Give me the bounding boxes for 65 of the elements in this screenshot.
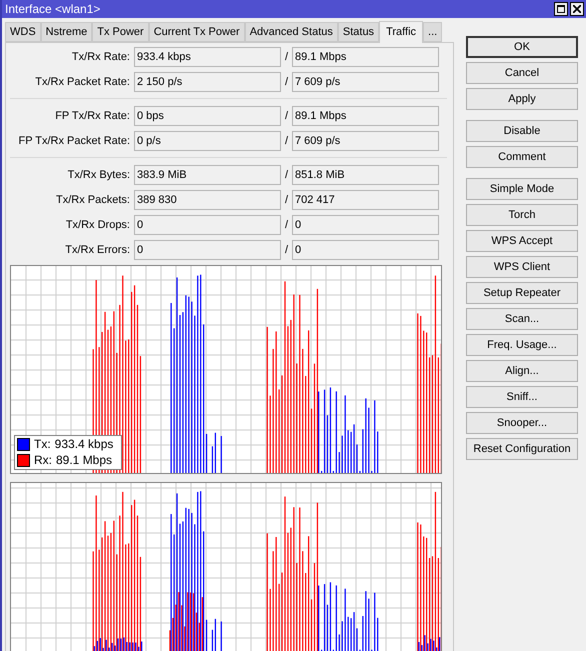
tab[interactable]: ... (423, 22, 442, 42)
action-button[interactable]: Disable (466, 120, 578, 142)
field-label: Tx/Rx Rate: (70, 50, 131, 65)
legend-label: Rx: (34, 453, 52, 468)
field-label: Tx/Rx Bytes: (66, 168, 131, 183)
tab[interactable]: Status (338, 22, 380, 42)
window-title: Interface <wlan1> (5, 1, 100, 18)
separator-slash: / (284, 218, 290, 233)
tab[interactable]: Nstreme (40, 22, 92, 42)
rx-field[interactable]: 0 (292, 240, 439, 260)
action-button[interactable]: Reset Configuration (466, 438, 578, 460)
tab[interactable]: Advanced Status (244, 22, 338, 42)
action-button[interactable]: Freq. Usage... (466, 334, 578, 356)
field-label: Tx/Rx Packet Rate: (34, 74, 131, 90)
rx-field[interactable]: 0 (292, 215, 439, 235)
legend-value: 89.1 Mbps (56, 453, 114, 468)
action-button[interactable]: Apply (466, 88, 578, 110)
field-label: FP Tx/Rx Rate: (54, 108, 131, 124)
close-icon (573, 5, 581, 13)
maximize-button[interactable] (554, 2, 568, 16)
rx-field[interactable]: 851.8 MiB (292, 165, 439, 185)
action-button[interactable]: Snooper... (466, 412, 578, 434)
tab[interactable]: WDS (5, 22, 41, 42)
tx-field[interactable]: 0 (134, 215, 281, 235)
action-button[interactable]: WPS Accept (466, 230, 578, 252)
action-button[interactable]: Simple Mode (466, 178, 578, 200)
separator-slash: / (284, 134, 290, 149)
maximize-icon (557, 5, 565, 13)
separator-slash: / (284, 168, 290, 183)
separator-slash: / (284, 50, 290, 65)
tx-field[interactable]: 0 bps (134, 106, 281, 126)
separator-slash: / (284, 192, 290, 208)
rx-field[interactable]: 89.1 Mbps (292, 106, 439, 126)
tx-field[interactable]: 2 150 p/s (134, 72, 281, 92)
tx-field[interactable]: 389 830 (134, 190, 281, 210)
separator-slash: / (284, 242, 290, 258)
tab[interactable]: Traffic (379, 21, 424, 43)
action-button[interactable]: OK (466, 36, 578, 58)
separator-slash: / (284, 108, 290, 124)
separator-slash: / (284, 74, 290, 90)
field-label: Tx/Rx Errors: (64, 242, 131, 258)
tx-field[interactable]: 383.9 MiB (134, 165, 281, 185)
action-button[interactable]: Comment (466, 146, 578, 168)
action-button[interactable]: Torch (466, 204, 578, 226)
close-button[interactable] (570, 2, 584, 16)
rx-field[interactable]: 702 417 (292, 190, 439, 210)
field-label: Tx/Rx Packets: (55, 192, 131, 208)
legend-value: 933.4 kbps (54, 437, 114, 452)
action-button[interactable]: Sniff... (466, 386, 578, 408)
field-label: Tx/Rx Drops: (64, 218, 131, 233)
field-label: FP Tx/Rx Packet Rate: (18, 134, 131, 149)
rx-field[interactable]: 89.1 Mbps (292, 47, 439, 67)
action-button[interactable]: Align... (466, 360, 578, 382)
action-button[interactable]: Setup Repeater (466, 282, 578, 304)
rx-field[interactable]: 7 609 p/s (292, 131, 439, 151)
tab[interactable]: Current Tx Power (148, 22, 245, 42)
legend-label: Tx: (34, 437, 51, 452)
action-button[interactable]: WPS Client (466, 256, 578, 278)
tx-field[interactable]: 933.4 kbps (134, 47, 281, 67)
tab[interactable]: Tx Power (92, 22, 149, 42)
tx-field[interactable]: 0 p/s (134, 131, 281, 151)
rx-field[interactable]: 7 609 p/s (292, 72, 439, 92)
action-button[interactable]: Cancel (466, 62, 578, 84)
tx-field[interactable]: 0 (134, 240, 281, 260)
action-button[interactable]: Scan... (466, 308, 578, 330)
